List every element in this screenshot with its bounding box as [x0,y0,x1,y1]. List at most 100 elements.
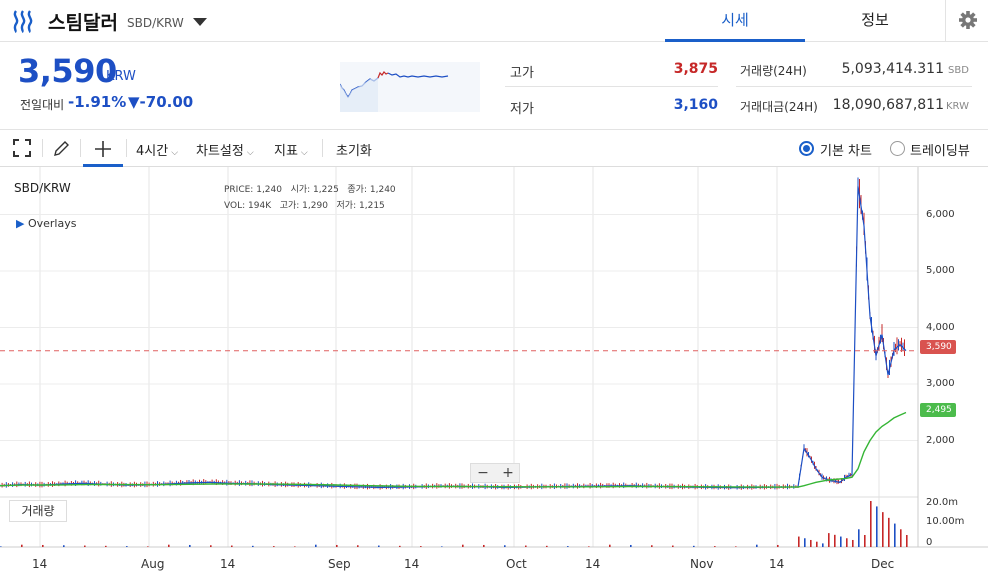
fullscreen-icon[interactable] [12,138,32,158]
play-icon: ▶ [16,217,25,230]
coin-dropdown-icon[interactable] [193,18,207,26]
volume-tick-label: 10.00m [926,516,965,527]
volume-bar [378,545,380,547]
zoom-out-button[interactable]: − [471,464,495,482]
ma-value-tag: 2,495 [920,403,956,417]
divider [505,86,718,87]
volume-bar [294,546,296,547]
price-series [0,177,918,490]
volume-bar [567,546,569,547]
volume-bar [846,538,848,547]
volume-bar [798,536,800,547]
volume-bar [756,544,758,547]
low-label: 저가 [510,102,534,117]
volume-bar [882,512,884,547]
volume-value: 5,093,414.311 [841,61,944,77]
volume-bar [888,517,890,547]
volume-bar [0,546,2,547]
x-tick-label: Aug [141,557,165,571]
volume-bar [894,523,896,547]
divider [80,139,81,157]
volume-bar [42,544,44,547]
volume-bar [147,546,149,547]
tab-market[interactable]: 시세 [665,0,805,42]
gear-icon [959,11,977,29]
chevron-down-icon: ⌵ [300,148,308,158]
high-label: 고가 [510,66,534,81]
volume-bar [231,545,233,547]
y-tick-label: 4,000 [926,321,955,333]
x-tick-label: 14 [220,557,236,571]
volume-tick-label: 0 [926,537,933,548]
volume-bar [336,544,338,547]
chart-pair-label: SBD/KRW [14,181,71,195]
x-tick-label: 14 [404,557,420,571]
tab-info[interactable]: 정보 [805,0,945,42]
ohlc-volume: VOL: 194K 고가: 1,290 저가: 1,215 [224,201,385,211]
x-tick-label: 14 [32,557,48,571]
volume-bar [588,546,590,547]
volume-bar [126,546,128,547]
volume-bar [822,543,824,547]
settings-button[interactable] [945,0,988,42]
indicators-menu[interactable]: 지표 ⌵ [274,140,308,159]
divider [42,139,43,157]
price-unit: KRW [106,69,136,84]
volume-bar [828,533,830,547]
tradingview-label[interactable]: 트레이딩뷰 [910,140,970,159]
amount-label: 거래대금(24H) [740,100,818,114]
y-tick-label: 6,000 [926,208,955,220]
basic-chart-label[interactable]: 기본 차트 [820,140,872,159]
volume-bars [0,501,908,547]
volume-bar [189,544,191,547]
crosshair-tool[interactable] [83,130,123,167]
interval-select[interactable]: 4시간 ⌵ [136,140,178,159]
volume-bar [804,538,806,547]
volume-label: 거래량(24H) [740,64,807,78]
change-amount: ▼-70.00 [128,93,194,111]
zoom-in-button[interactable]: + [496,464,520,482]
volume-bar [525,545,527,547]
chart-settings-menu[interactable]: 차트설정 ⌵ [196,140,254,159]
low-value: 3,160 [673,97,718,113]
overlays-toggle[interactable]: ▶ Overlays [16,217,76,230]
reset-button[interactable]: 초기화 [336,140,372,159]
volume-bar [906,535,908,547]
price-summary: 3,590 KRW 전일대비 -1.91% ▼-70.00 고가 3,875 저… [0,42,988,130]
x-tick-label: 14 [769,557,785,571]
tradingview-radio[interactable] [890,141,905,156]
change-percent: -1.91% [68,93,127,111]
volume-bar [441,546,443,547]
chevron-down-icon: ⌵ [171,148,179,158]
volume-bar [84,545,86,547]
coin-pair: SBD/KRW [127,16,184,30]
chart-grid [0,167,988,548]
ohlc-price: PRICE: 1,240 시가: 1,225 종가: 1,240 [224,185,396,195]
volume-bar [273,546,275,547]
moving-average-line [0,411,907,488]
volume-bar [714,546,716,547]
volume-bar [876,506,878,547]
amount-value: 18,090,687,811 [832,97,944,113]
y-tick-label: 3,000 [926,378,955,390]
volume-bar [420,546,422,547]
volume-bar [21,544,23,547]
volume-bar [609,544,611,547]
volume-tab[interactable]: 거래량 [9,500,67,522]
chart-toolbar: 4시간 ⌵ 차트설정 ⌵ 지표 ⌵ 초기화 기본 차트 트레이딩뷰 [0,130,988,167]
volume-unit: SBD [948,65,969,76]
indicators-label: 지표 [274,144,298,159]
price-chart[interactable]: SBD/KRW ▶ Overlays PRICE: 1,240 시가: 1,22… [0,167,988,580]
change-label: 전일대비 [20,98,65,112]
volume-bar [816,541,818,547]
volume-bar [504,545,506,547]
volume-bar [630,544,632,547]
volume-tick-label: 20.0m [926,497,959,508]
volume-bar [483,544,485,547]
x-tick-label: Sep [328,557,351,571]
volume-bar [315,544,317,547]
pencil-icon[interactable] [52,138,72,158]
basic-chart-radio[interactable] [799,141,814,156]
chevron-down-icon: ⌵ [246,148,254,158]
chart-canvas[interactable] [0,167,988,580]
